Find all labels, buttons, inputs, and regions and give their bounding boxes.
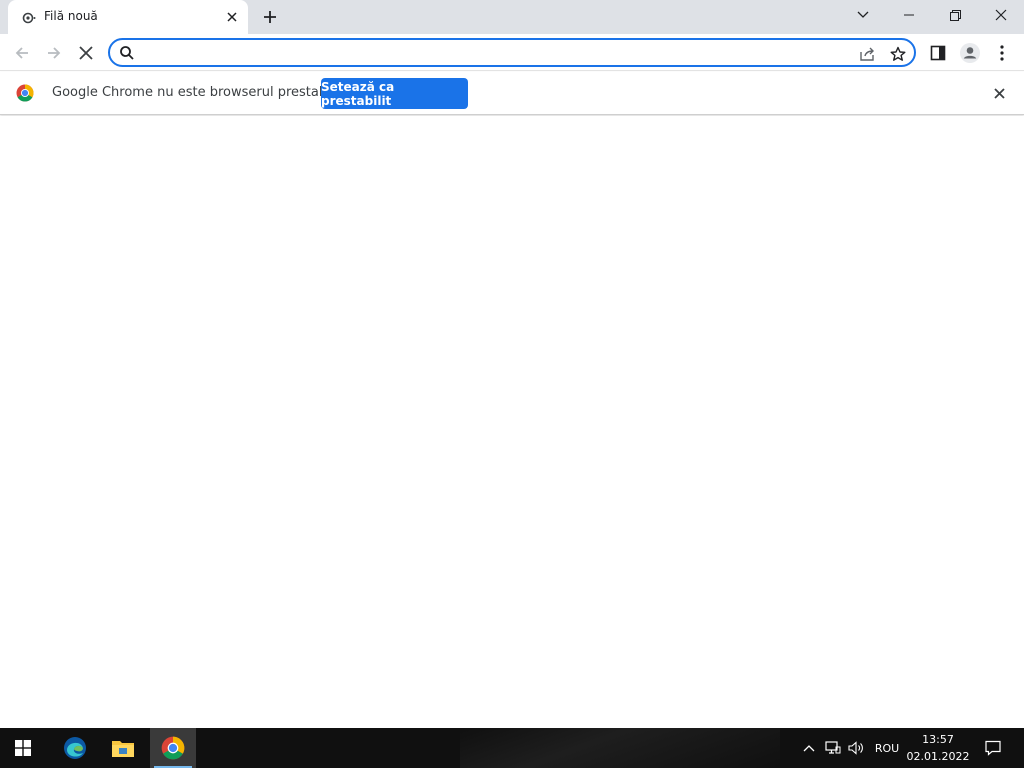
stop-button[interactable]: [72, 39, 100, 67]
taskbar-clock[interactable]: 13:57 02.01.2022: [906, 731, 970, 767]
action-center-notification-icon[interactable]: [976, 728, 1010, 768]
tab-new-tab[interactable]: Filă nouă: [8, 0, 248, 34]
start-button[interactable]: [0, 728, 46, 768]
volume-icon[interactable]: [846, 728, 868, 768]
infobar-message: Google Chrome nu este browserul prestabi…: [52, 85, 344, 100]
new-tab-button[interactable]: [260, 7, 280, 27]
minimize-button[interactable]: [886, 0, 932, 30]
profile-avatar[interactable]: [956, 39, 984, 67]
set-default-button[interactable]: Setează ca prestabilit: [321, 78, 468, 109]
bookmark-star-icon[interactable]: [889, 45, 907, 63]
page-content-area: [0, 116, 1024, 728]
network-icon[interactable]: [822, 728, 844, 768]
clock-time: 13:57: [922, 733, 954, 746]
share-icon[interactable]: [858, 45, 876, 63]
search-icon: [119, 45, 135, 61]
edge-taskbar-icon[interactable]: [52, 728, 98, 768]
chrome-logo-icon: [16, 84, 34, 102]
close-window-button[interactable]: [978, 0, 1024, 30]
infobar-close-icon[interactable]: [990, 84, 1008, 102]
tab-title: Filă nouă: [44, 9, 98, 23]
tab-favicon-icon: [22, 10, 36, 24]
restore-button[interactable]: [932, 0, 978, 30]
chrome-menu-button[interactable]: [988, 39, 1016, 67]
tab-close-icon[interactable]: [224, 9, 240, 25]
file-explorer-taskbar-icon[interactable]: [100, 728, 146, 768]
show-hidden-icons-chevron-up-icon[interactable]: [798, 728, 820, 768]
chrome-taskbar-icon[interactable]: [150, 728, 196, 768]
address-input[interactable]: [142, 42, 842, 63]
input-language-indicator[interactable]: ROU: [870, 728, 904, 768]
tab-search-button[interactable]: [840, 0, 886, 30]
wallpaper-glimpse: [460, 728, 780, 768]
side-panel-button[interactable]: [924, 39, 952, 67]
back-button[interactable]: [8, 39, 36, 67]
tab-strip: Filă nouă: [0, 0, 1024, 34]
default-browser-infobar: Google Chrome nu este browserul prestabi…: [0, 72, 1024, 115]
clock-date: 02.01.2022: [906, 750, 970, 763]
address-bar[interactable]: [108, 38, 916, 67]
windows-taskbar: ROU 13:57 02.01.2022: [0, 728, 1024, 768]
forward-button[interactable]: [40, 39, 68, 67]
